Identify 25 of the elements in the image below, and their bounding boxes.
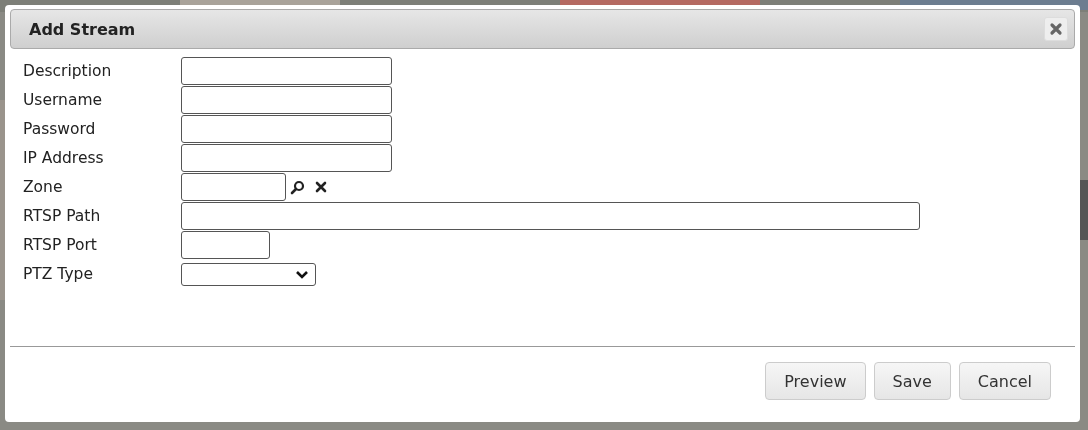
dialog-button[interactable]: Cancel [958, 362, 1051, 400]
clear-icon[interactable] [315, 181, 327, 193]
dialog-button[interactable]: Save [873, 362, 951, 400]
dropdown[interactable] [181, 262, 316, 286]
input-field[interactable] [181, 202, 920, 230]
input-field[interactable] [181, 231, 270, 259]
field-label: PTZ Type [23, 264, 94, 285]
input-field[interactable] [181, 57, 392, 85]
dialog-title: Add Stream [29, 19, 136, 39]
field-label: Username [23, 90, 103, 111]
close-icon [1049, 22, 1063, 36]
field-label: RTSP Port [23, 235, 98, 256]
field-label: RTSP Path [23, 206, 102, 227]
chevron-icon [295, 269, 309, 280]
dialog-button[interactable]: Preview [765, 362, 866, 400]
search-icon[interactable] [290, 179, 305, 195]
field-label: Zone [23, 177, 64, 198]
close-button[interactable] [1044, 17, 1068, 41]
field-label: Description [23, 61, 113, 82]
field-label: IP Address [23, 148, 105, 169]
input-field[interactable] [181, 173, 286, 201]
input-field[interactable] [181, 86, 392, 114]
field-label: Password [23, 119, 97, 140]
input-field[interactable] [181, 144, 392, 172]
input-field[interactable] [181, 115, 392, 143]
